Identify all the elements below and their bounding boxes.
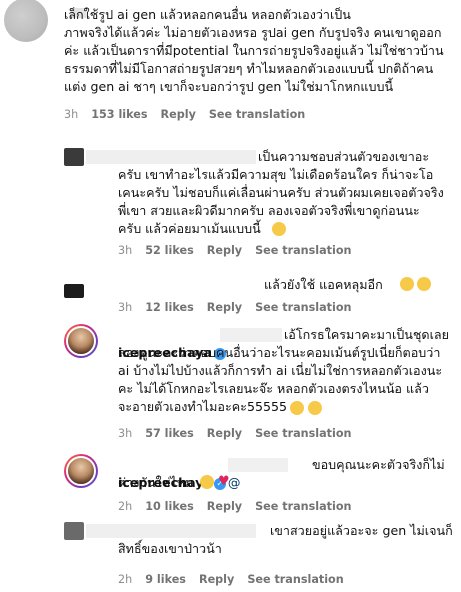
commenter-avatar[interactable] [64, 284, 84, 298]
likes-count[interactable]: 10 likes [145, 500, 194, 513]
timestamp: 2h [118, 500, 133, 513]
comment-4-meta: 3h 57 likes Reply See translation [118, 427, 351, 440]
grinning-sweat-emoji [200, 475, 214, 489]
comment-text: ขอบคุณนะคะตัวจริงก็ไม่ ต่างกันใช่ไหม [118, 457, 445, 490]
reply-button[interactable]: Reply [161, 108, 196, 121]
grinning-sweat-emoji [400, 277, 414, 291]
comment-text: เป็นความชอบส่วนตัวของเขาอะ ครับ เขาทำอะไ… [118, 149, 444, 236]
see-translation-button[interactable]: See translation [255, 244, 351, 257]
timestamp: 3h [118, 427, 133, 440]
comment-text: เอ้โกรธใครมาคะมาเป็นชุดเลย ลองดูนะคะว่าต… [118, 327, 450, 414]
commenter-avatar[interactable] [64, 324, 98, 358]
profile-photo [66, 326, 96, 356]
timestamp: 3h [118, 301, 133, 314]
comment-meta: 3h 153 likes Reply See translation [64, 108, 305, 121]
see-translation-button[interactable]: See translation [255, 427, 351, 440]
commenter-avatar[interactable] [64, 454, 98, 488]
comment-1: เล็กใช้รูป ai gen แล้วหลอกคนอื่น หลอกตัว… [0, 0, 461, 124]
timestamp: 3h [118, 244, 133, 257]
see-translation-button[interactable]: See translation [255, 500, 351, 513]
reply-button[interactable]: Reply [207, 244, 242, 257]
likes-count[interactable]: 52 likes [145, 244, 194, 257]
comment-text: เขาสวยอยู่แล้วอะจะ gen ไม่เจนก็ สิทธิ์ขอ… [118, 523, 453, 556]
likes-count[interactable]: 153 likes [91, 108, 147, 121]
comment-6-meta: 2h 9 likes Reply See translation [118, 573, 344, 586]
grinning-sweat-emoji [417, 277, 431, 291]
reply-button[interactable]: Reply [207, 301, 242, 314]
grinning-sweat-emoji [290, 401, 304, 415]
comment-3-meta: 3h 12 likes Reply See translation [118, 301, 351, 314]
sweat-smile-emoji [272, 222, 286, 236]
comment-2-meta: 3h 52 likes Reply See translation [118, 244, 351, 257]
reply-button[interactable]: Reply [207, 427, 242, 440]
profile-photo [66, 456, 96, 486]
reply-button[interactable]: Reply [199, 573, 234, 586]
comment-text: เล็กใช้รูป ai gen แล้วหลอกคนอื่น หลอกตัว… [64, 7, 444, 94]
likes-count[interactable]: 12 likes [145, 301, 194, 314]
timestamp: 2h [118, 573, 133, 586]
reply-button[interactable]: Reply [207, 500, 242, 513]
commenter-avatar[interactable] [64, 148, 84, 166]
commenter-avatar[interactable] [4, 0, 48, 42]
astonished-emoji [308, 401, 322, 415]
likes-count[interactable]: 9 likes [145, 573, 186, 586]
see-translation-button[interactable]: See translation [247, 573, 343, 586]
likes-count[interactable]: 57 likes [145, 427, 194, 440]
red-heart-emoji: ♥ [218, 474, 230, 489]
comment-5-meta: 2h 10 likes Reply See translation [118, 500, 351, 513]
comment-text: แล้วยังใช้ แอคหลุมอีก [264, 277, 383, 292]
commenter-avatar[interactable] [64, 522, 84, 540]
see-translation-button[interactable]: See translation [255, 301, 351, 314]
timestamp: 3h [64, 108, 79, 121]
see-translation-button[interactable]: See translation [209, 108, 305, 121]
